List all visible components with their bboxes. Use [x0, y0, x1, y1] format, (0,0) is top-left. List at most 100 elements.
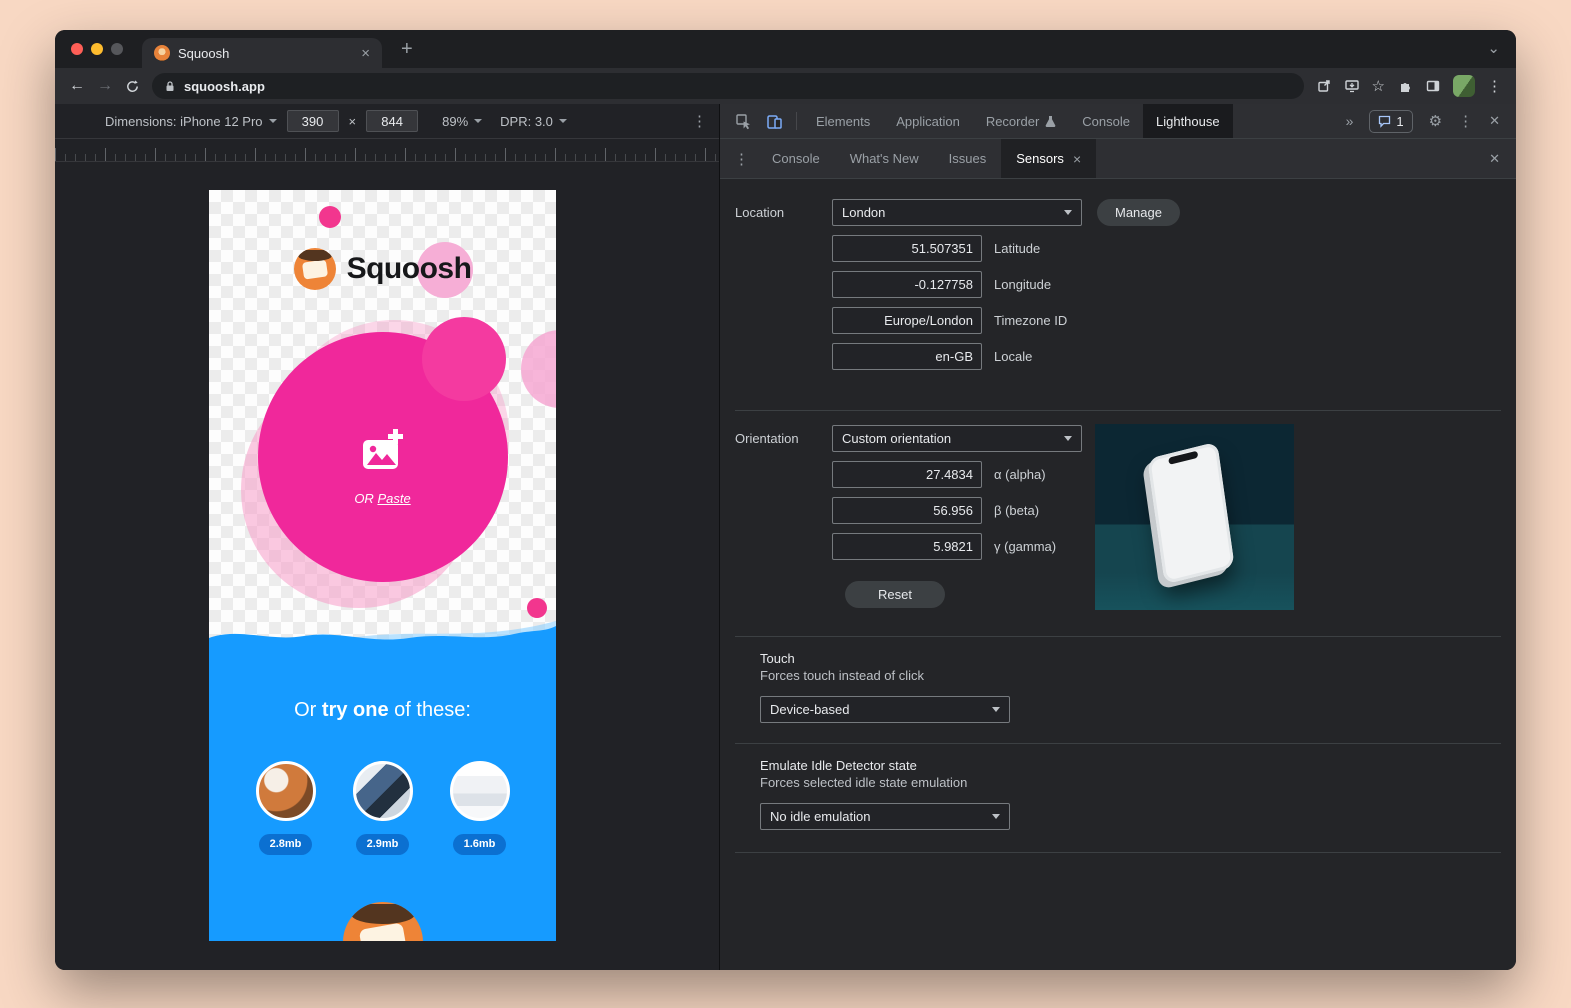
tab-recorder[interactable]: Recorder	[973, 104, 1069, 138]
tab-label: Application	[896, 114, 960, 129]
reset-button[interactable]: Reset	[845, 581, 945, 608]
idle-select[interactable]: No idle emulation	[760, 803, 1010, 830]
gamma-input[interactable]	[832, 533, 982, 560]
sample-images: 2.8mb 2.9mb 1.6mb	[209, 761, 556, 855]
sample-item[interactable]: 2.9mb	[353, 761, 413, 855]
beta-input[interactable]	[832, 497, 982, 524]
touch-description: Forces touch instead of click	[760, 667, 1501, 684]
alpha-input[interactable]	[832, 461, 982, 488]
device-height-input[interactable]	[366, 110, 418, 132]
browser-tab-squoosh[interactable]: Squoosh ×	[142, 38, 382, 68]
tab-label: Console	[1082, 114, 1130, 129]
dpr-value: DPR: 3.0	[500, 114, 553, 129]
tab-lighthouse[interactable]: Lighthouse	[1143, 104, 1233, 138]
omnibox[interactable]: squoosh.app	[152, 73, 1304, 99]
tab-elements[interactable]: Elements	[803, 104, 883, 138]
idle-title: Emulate Idle Detector state	[760, 757, 1501, 774]
sample-item[interactable]: 1.6mb	[450, 761, 510, 855]
divider	[735, 852, 1501, 853]
open-in-new-icon[interactable]	[1316, 78, 1332, 94]
sensors-tab-close-icon[interactable]: ×	[1073, 151, 1081, 167]
window-minimize-button[interactable]	[91, 43, 103, 55]
tab-search-chevron-icon[interactable]: ⌄	[1487, 39, 1500, 57]
pink-blob-decoration	[422, 317, 506, 401]
squoosh-favicon-icon	[154, 45, 170, 61]
ruler	[55, 139, 719, 162]
device-dimensions-select[interactable]: Dimensions: iPhone 12 Pro	[105, 114, 277, 129]
address-bar: ← → squoosh.app ☆ ⋮	[55, 68, 1516, 104]
try-pre: Or	[294, 699, 316, 721]
window-close-button[interactable]	[71, 43, 83, 55]
manage-button[interactable]: Manage	[1097, 199, 1180, 226]
drawer-tab-whats-new[interactable]: What's New	[835, 139, 934, 178]
drawer-menu-icon[interactable]: ⋮	[726, 150, 757, 168]
sample-item[interactable]: 2.8mb	[256, 761, 316, 855]
longitude-input[interactable]	[832, 271, 982, 298]
device-toolbar-toggle-icon[interactable]	[759, 113, 790, 130]
paste-link[interactable]: Paste	[377, 491, 410, 506]
tab-console[interactable]: Console	[1069, 104, 1143, 138]
orientation-preview[interactable]	[1095, 424, 1294, 610]
timezone-input[interactable]	[832, 307, 982, 334]
install-app-icon[interactable]	[1344, 78, 1360, 94]
orientation-label: Orientation	[735, 431, 832, 446]
extensions-puzzle-icon[interactable]	[1397, 78, 1413, 94]
back-icon[interactable]: ←	[69, 78, 85, 94]
devtools-close-icon[interactable]: ✕	[1481, 113, 1508, 129]
latitude-input[interactable]	[832, 235, 982, 262]
latitude-row: Latitude	[832, 235, 1501, 262]
dpr-select[interactable]: DPR: 3.0	[500, 114, 567, 129]
location-select[interactable]: London	[832, 199, 1082, 226]
inspect-icon[interactable]	[728, 113, 759, 130]
orientation-select[interactable]: Custom orientation	[832, 425, 1082, 452]
tab-application[interactable]: Application	[883, 104, 973, 138]
divider	[796, 112, 797, 130]
squoosh-logo: Squoosh	[209, 248, 556, 290]
device-width-input[interactable]	[287, 110, 339, 132]
chevron-down-icon	[269, 119, 277, 123]
timezone-row: Timezone ID	[832, 307, 1501, 334]
bookmark-star-icon[interactable]: ☆	[1372, 77, 1385, 95]
longitude-label: Longitude	[994, 277, 1051, 292]
drawer-close-icon[interactable]: ✕	[1479, 151, 1510, 167]
devtools-panel: Elements Application Recorder Console Li…	[720, 104, 1516, 970]
touch-select[interactable]: Device-based	[760, 696, 1010, 723]
chevron-down-icon	[992, 707, 1000, 712]
sample-photo-phone[interactable]	[450, 761, 510, 821]
device-emulation-pane: Dimensions: iPhone 12 Pro × 89% DPR: 3.0…	[55, 104, 720, 970]
divider	[735, 410, 1501, 411]
locale-input[interactable]	[832, 343, 982, 370]
devtools-tabbar: Elements Application Recorder Console Li…	[720, 104, 1516, 139]
side-panel-icon[interactable]	[1425, 78, 1441, 94]
latitude-label: Latitude	[994, 241, 1040, 256]
profile-avatar[interactable]	[1453, 75, 1475, 97]
new-tab-button[interactable]: +	[401, 37, 413, 61]
zoom-value: 89%	[442, 114, 468, 129]
issues-count: 1	[1396, 114, 1403, 129]
touch-title: Touch	[760, 650, 1501, 667]
sample-photo-person[interactable]	[353, 761, 413, 821]
tab-close-icon[interactable]: ×	[361, 46, 370, 61]
zoom-select[interactable]: 89%	[442, 114, 482, 129]
drawer-tab-issues[interactable]: Issues	[934, 139, 1002, 178]
sample-size-badge: 2.9mb	[356, 834, 410, 855]
settings-gear-icon[interactable]: ⚙	[1421, 112, 1450, 130]
issues-counter[interactable]: 1	[1369, 110, 1412, 133]
forward-icon[interactable]: →	[97, 78, 113, 94]
drawer-tab-console[interactable]: Console	[757, 139, 835, 178]
more-tabs-icon[interactable]: »	[1338, 113, 1362, 129]
window-zoom-button[interactable]	[111, 43, 123, 55]
emulated-viewport: Squoosh OR Paste	[209, 190, 556, 941]
or-paste-line: OR Paste	[209, 491, 556, 506]
devtools-menu-icon[interactable]: ⋮	[1450, 112, 1481, 130]
blue-wave-decoration	[209, 619, 556, 648]
drawer-tab-sensors[interactable]: Sensors ×	[1001, 139, 1096, 178]
sample-photo-panda[interactable]	[256, 761, 316, 821]
add-image-icon[interactable]	[359, 428, 407, 477]
tab-label: Issues	[949, 151, 987, 166]
try-one-heading: Or try one of these:	[209, 699, 556, 722]
reload-icon[interactable]	[125, 79, 140, 94]
tab-label: Sensors	[1016, 151, 1064, 166]
device-toolbar-menu-icon[interactable]: ⋮	[692, 112, 707, 130]
browser-menu-icon[interactable]: ⋮	[1487, 77, 1502, 95]
